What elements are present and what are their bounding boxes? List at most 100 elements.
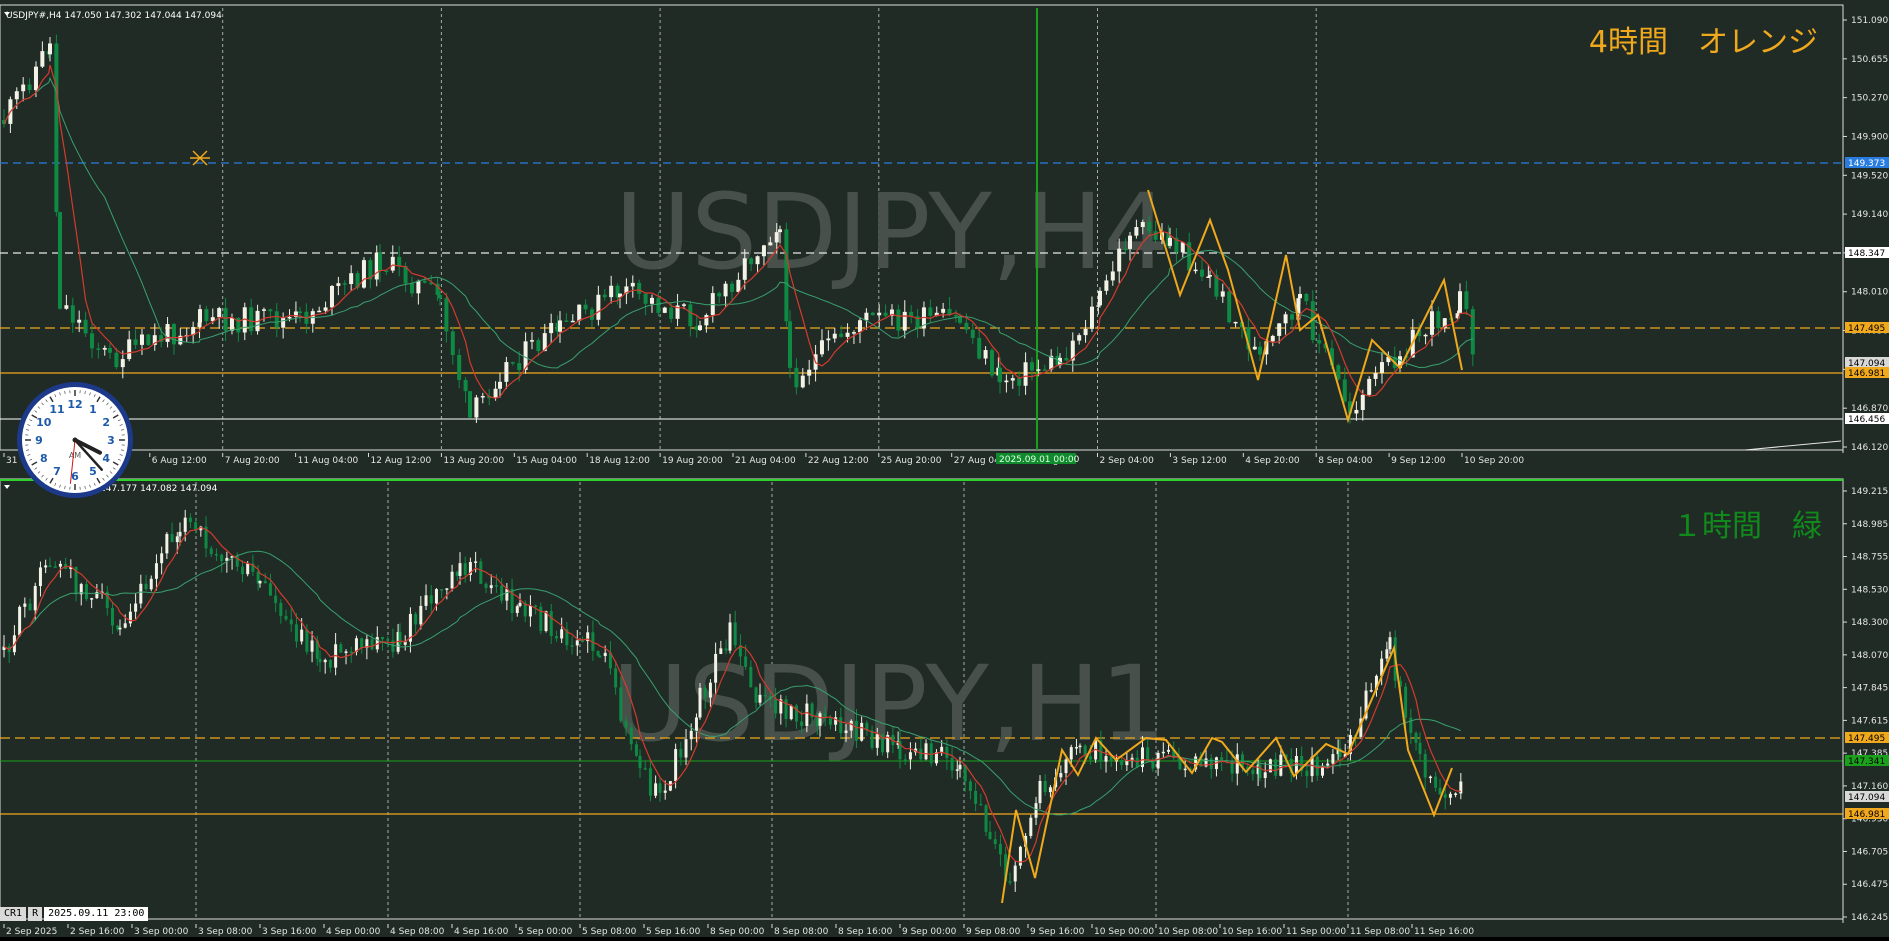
- h1-candle-body: [1029, 818, 1032, 836]
- h1-candle-body: [985, 805, 988, 832]
- h1-candle-body: [1179, 761, 1182, 769]
- h4-candle-body: [688, 304, 692, 326]
- h1-candle-body: [490, 585, 493, 588]
- h4-candle-body: [1258, 347, 1262, 355]
- h4-candle-body: [40, 51, 44, 67]
- h1-candle-body: [744, 656, 747, 666]
- h1-candle-body: [725, 648, 728, 650]
- h4-candle-body: [1253, 347, 1257, 350]
- h4-candle-body: [1024, 362, 1028, 385]
- h4-candle-body: [262, 309, 266, 311]
- cr-badge[interactable]: CR1: [0, 907, 26, 921]
- h1-candle-body: [1157, 753, 1160, 769]
- h1-candle-body: [184, 518, 187, 532]
- h1-candle-body: [1439, 788, 1442, 795]
- h4-candle-body: [736, 280, 740, 292]
- h4-orange-dash-price-text: 147.495: [1848, 324, 1885, 334]
- h1-candle-body: [709, 683, 712, 698]
- h4-candle-body: [1361, 395, 1365, 410]
- h4-candle-body: [28, 85, 32, 91]
- h1-candle-body: [719, 648, 722, 654]
- h4-candle-body: [249, 307, 253, 331]
- h1-candle-body: [654, 783, 657, 795]
- h4-candle-body: [84, 320, 88, 334]
- h4-candle-body: [1168, 238, 1172, 246]
- h4-candle-body: [1458, 291, 1462, 313]
- h4-candle-body: [410, 283, 414, 293]
- time-tick-label: 21 Aug 04:00: [735, 456, 796, 466]
- h1-candle-body: [1444, 794, 1447, 797]
- h4-candle-body: [549, 323, 553, 333]
- h1-candle-body: [1404, 687, 1407, 718]
- h4-candle-body: [964, 323, 968, 330]
- h1-candle-body: [974, 791, 977, 804]
- h1-candle-body: [1009, 881, 1012, 883]
- h4-candle-body: [1141, 222, 1145, 227]
- h1-candle-body: [1014, 866, 1017, 882]
- h1-candle-body: [264, 581, 267, 583]
- h1-candle-body: [755, 687, 758, 702]
- h1-candle-body: [945, 747, 948, 758]
- h1-candle-body: [1415, 733, 1418, 743]
- h1-candle-body: [451, 572, 454, 589]
- h4-candle-body: [336, 283, 340, 286]
- h4-candle-body: [577, 305, 581, 321]
- h4-candle-body: [451, 331, 455, 355]
- h4-candle-body: [1336, 365, 1340, 379]
- time-tick-label: 5 Sep 08:00: [582, 927, 637, 937]
- clock-number: 12: [67, 398, 82, 411]
- h4-candle-body: [378, 253, 382, 271]
- analog-clock-widget[interactable]: 121234567891011 AM: [17, 382, 133, 498]
- h1-candle-body: [1049, 787, 1052, 792]
- h4-candle-body: [1354, 410, 1358, 414]
- h4-candle-body: [1380, 362, 1384, 373]
- h4-candle-body: [1117, 249, 1121, 272]
- h4-candle-body: [15, 91, 19, 99]
- chart-canvas[interactable]: USDJPY,H4 USDJPY,H1 USDJPY#,H4 147.050 1…: [0, 0, 1889, 937]
- h1-candle-body: [1370, 690, 1373, 692]
- h1-candle-body: [829, 718, 832, 724]
- time-tick-label: 10 Sep 20:00: [1464, 456, 1524, 466]
- h1-candle-body: [495, 585, 498, 587]
- h1-candle-body: [1220, 757, 1223, 760]
- time-tick-label: 13 Aug 20:00: [443, 456, 504, 466]
- h4-candle-body: [54, 43, 58, 212]
- h4-candle-body: [1004, 381, 1008, 383]
- h4-candle-body: [536, 340, 540, 351]
- r-badge[interactable]: R: [28, 907, 42, 921]
- h4-candle-body: [858, 320, 862, 332]
- h1-orange-dash-price-text: 147.495: [1848, 734, 1885, 744]
- h1-candle-body: [210, 548, 213, 554]
- clock-am-label: AM: [69, 451, 81, 460]
- h4-color-label: 4時間 オレンジ: [1589, 25, 1818, 60]
- h4-candle-body: [1298, 294, 1302, 298]
- h4-candle-body: [826, 338, 830, 340]
- time-tick-label: 9 Sep 08:00: [966, 927, 1021, 937]
- h4-candle-body: [984, 350, 988, 358]
- h1-candle-body: [1429, 777, 1432, 779]
- h1-candle-body: [1105, 756, 1108, 762]
- time-tick-label: 4 Sep 00:00: [326, 927, 381, 937]
- time-tick-label: 3 Sep 08:00: [198, 927, 253, 937]
- time-tick-label: 3 Sep 00:00: [134, 927, 189, 937]
- clock-number: 9: [35, 434, 43, 447]
- h1-candle-body: [674, 749, 677, 781]
- h1-candle-body: [165, 534, 168, 553]
- h1-candle-body: [644, 768, 647, 770]
- h4-price-tick: 149.140: [1851, 210, 1888, 220]
- h1-candle-body: [319, 659, 322, 662]
- h4-candle-body: [663, 308, 667, 313]
- h4-candle-body: [464, 380, 468, 391]
- h4-candle-body: [669, 308, 673, 319]
- h4-candle-body: [330, 286, 334, 307]
- time-tick-label: 10 Sep 16:00: [1222, 927, 1282, 937]
- h1-candle-body: [176, 536, 179, 542]
- h1-candle-body: [599, 656, 602, 658]
- h1-candle-body: [685, 739, 688, 757]
- h1-candle-body: [534, 605, 537, 607]
- h1-candle-body: [500, 586, 503, 601]
- h4-candle-body: [807, 370, 811, 376]
- time-tick-label: 5 Sep 16:00: [646, 927, 701, 937]
- h1-candle-body: [360, 638, 363, 648]
- h4-candle-body: [1036, 369, 1040, 371]
